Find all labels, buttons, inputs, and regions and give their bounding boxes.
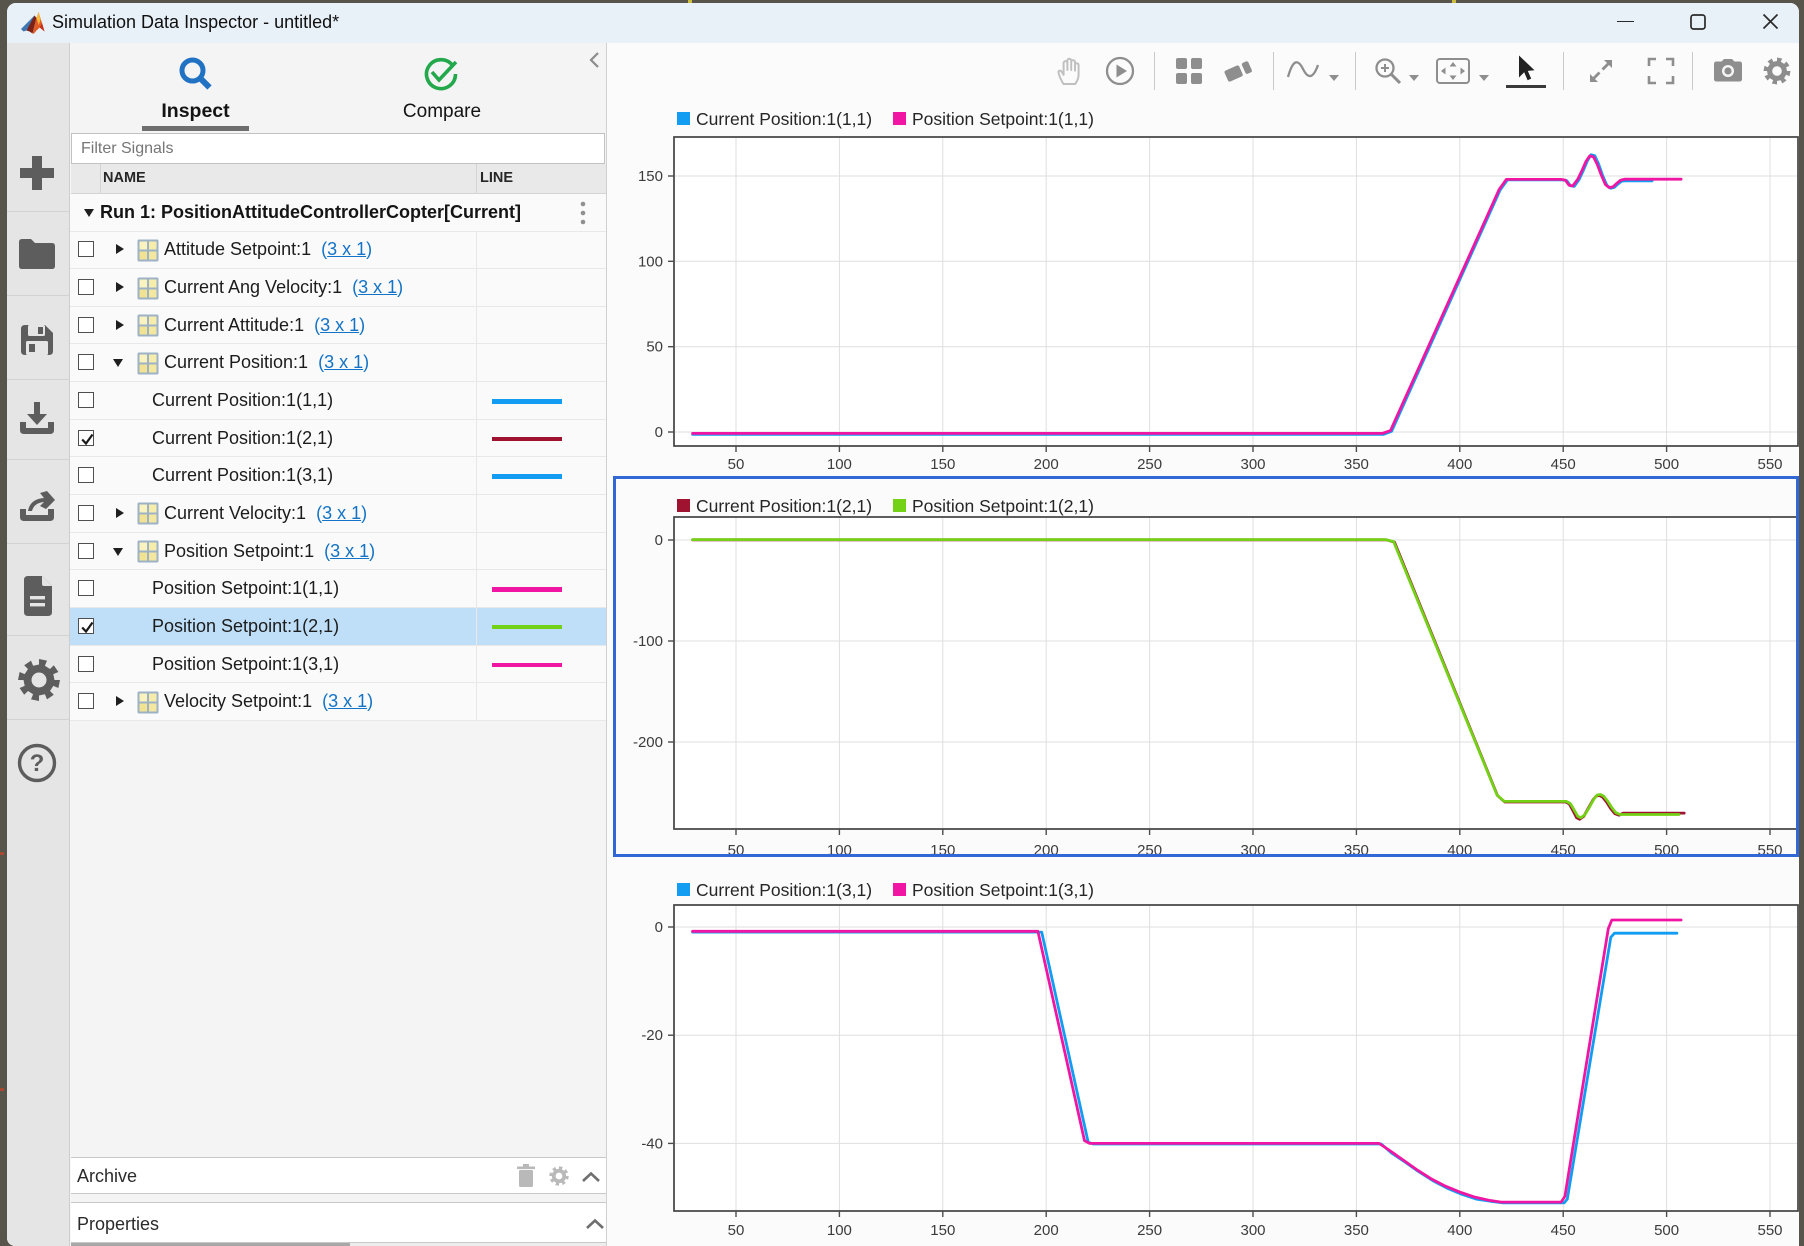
svg-text:550: 550 [1757,1222,1782,1239]
svg-text:-40: -40 [641,1135,663,1152]
svg-text:150: 150 [930,1222,955,1239]
svg-text:200: 200 [1034,1222,1059,1239]
svg-text:-20: -20 [641,1027,663,1044]
svg-text:250: 250 [1137,1222,1162,1239]
svg-text:50: 50 [728,1222,745,1239]
svg-text:300: 300 [1240,1222,1265,1239]
svg-text:100: 100 [827,1222,852,1239]
svg-text:0: 0 [655,919,663,936]
svg-text:450: 450 [1551,1222,1576,1239]
svg-text:350: 350 [1344,1222,1369,1239]
svg-text:500: 500 [1654,1222,1679,1239]
svg-text:400: 400 [1447,1222,1472,1239]
